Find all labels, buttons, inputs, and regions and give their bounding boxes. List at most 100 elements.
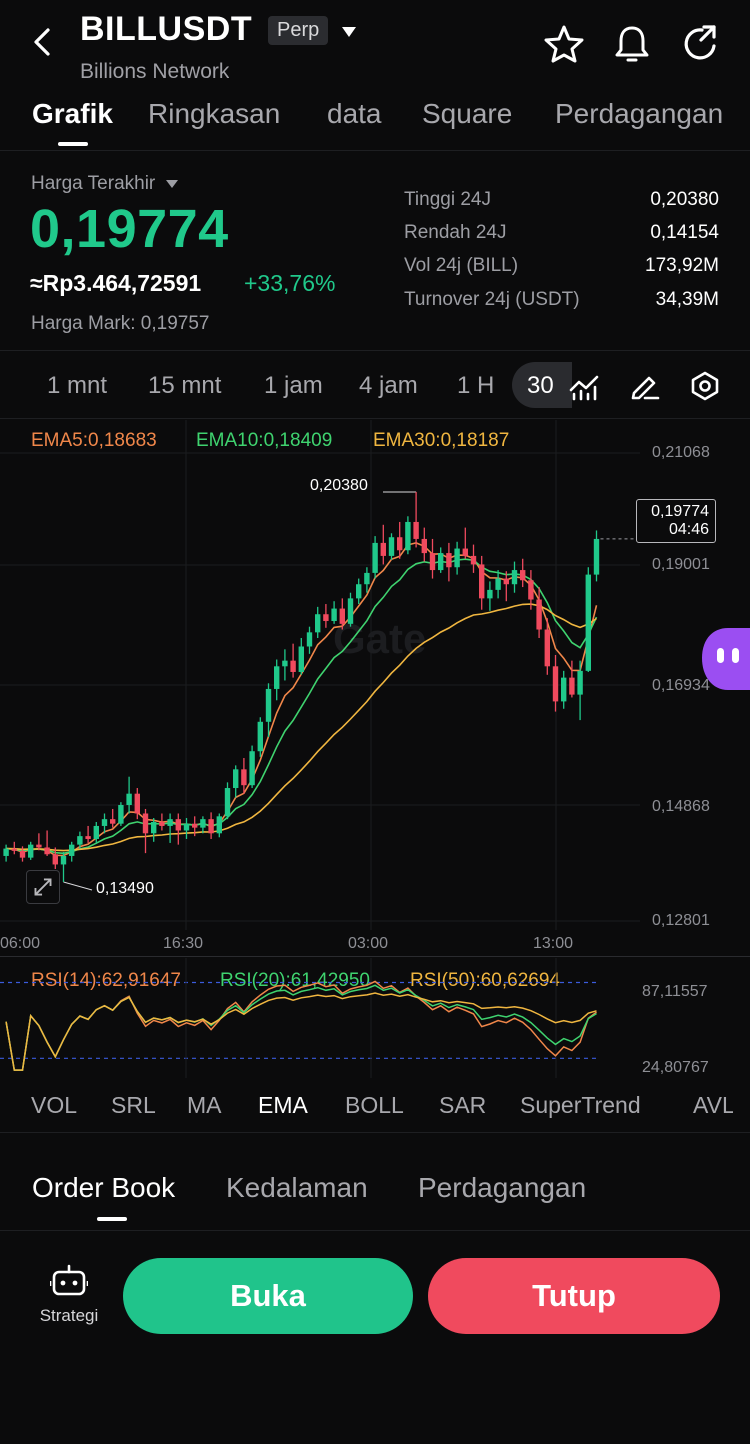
price-change-percent: +33,76% [244, 270, 336, 296]
last-price-label[interactable]: Harga Terakhir [31, 173, 179, 195]
candle-up [183, 823, 190, 831]
share-icon[interactable] [680, 24, 720, 64]
expand-icon[interactable] [26, 870, 60, 904]
candle-up [101, 819, 108, 826]
tab-perdagangan-trades[interactable]: Perdagangan [418, 1172, 586, 1204]
candle-down [323, 614, 329, 622]
tab-grafik[interactable]: Grafik [32, 98, 113, 130]
tab-order-book[interactable]: Order Book [32, 1172, 175, 1204]
candle-down [44, 847, 50, 855]
open-position-button[interactable]: Buka [123, 1258, 413, 1334]
back-arrow-icon[interactable] [28, 26, 60, 58]
tab-kedalaman[interactable]: Kedalaman [226, 1172, 368, 1204]
candle-down [462, 548, 468, 556]
timeframe-30[interactable]: 30 [527, 372, 554, 400]
candle-down [290, 660, 296, 672]
indicator-chart-icon[interactable] [568, 370, 600, 402]
candle-up [126, 793, 132, 806]
candle-up [372, 542, 378, 573]
low-price-label: 0,13490 [96, 880, 154, 897]
candle-down [11, 848, 17, 851]
last-price-tag: 0,19774 04:46 [636, 499, 716, 543]
tab-data[interactable]: data [327, 98, 382, 130]
candle-up [577, 670, 583, 695]
candle-up [495, 578, 501, 590]
stat-turnover-label: Turnover 24j (USDT) [404, 289, 580, 310]
ema5-label: EMA5:0,18683 [31, 430, 157, 451]
tab-square[interactable]: Square [422, 98, 512, 130]
indicator-supertrend[interactable]: SuperTrend [520, 1092, 641, 1119]
indicator-vol[interactable]: VOL [31, 1092, 77, 1119]
tab-active-indicator [58, 142, 88, 146]
divider [0, 956, 750, 957]
settings-hexagon-icon[interactable] [689, 370, 721, 402]
tab-ringkasan[interactable]: Ringkasan [148, 98, 280, 130]
mark-price: Harga Mark: 0,19757 [31, 313, 210, 334]
candle-down [241, 769, 247, 786]
stat-high-label: Tinggi 24J [404, 189, 491, 210]
candle-up [265, 688, 272, 722]
candle-up [282, 660, 288, 667]
candle-down [85, 836, 91, 839]
indicator-boll[interactable]: BOLL [345, 1092, 404, 1119]
stat-low-value: 0,14154 [650, 222, 719, 243]
timeframe-4h[interactable]: 4 jam [359, 372, 418, 400]
indicator-ma[interactable]: MA [187, 1092, 222, 1119]
candle-up [454, 548, 460, 568]
candle-up [257, 721, 263, 752]
candle-up [487, 589, 493, 599]
timeframe-1h[interactable]: 1 jam [264, 372, 323, 400]
divider [0, 1132, 750, 1133]
candle-up [438, 553, 444, 571]
star-icon[interactable] [544, 24, 584, 64]
robot-strategy-icon[interactable] [50, 1264, 88, 1298]
candle-down [19, 850, 26, 858]
stat-high-value: 0,20380 [650, 189, 719, 210]
x-tick: 06:00 [0, 935, 41, 952]
candle-up [306, 632, 313, 647]
chevron-down-icon[interactable] [340, 25, 358, 39]
candle-down [446, 553, 452, 568]
close-position-button[interactable]: Tutup [428, 1258, 720, 1334]
candle-up [151, 821, 157, 834]
candle-up [216, 816, 222, 834]
candle-up [93, 825, 99, 839]
timeframe-1m[interactable]: 1 mnt [47, 372, 107, 400]
tab-perdagangan[interactable]: Perdagangan [555, 98, 750, 130]
perp-badge: Perp [268, 16, 329, 45]
timeframe-1d[interactable]: 1 H [457, 372, 494, 400]
rsi-chart[interactable] [0, 958, 750, 1078]
y-tick: 0,12801 [652, 912, 710, 929]
strategy-label[interactable]: Strategi [30, 1306, 108, 1326]
candle-up [405, 521, 411, 551]
last-price: 0,19774 [30, 199, 229, 259]
pair-title[interactable]: BILLUSDT [80, 10, 252, 49]
candle-down [134, 793, 140, 814]
candle-up [388, 537, 395, 556]
timeframe-15m[interactable]: 15 mnt [148, 372, 221, 400]
draw-pen-icon[interactable] [629, 370, 661, 402]
indicator-avl[interactable]: AVL [693, 1092, 733, 1119]
indicator-ema[interactable]: EMA [258, 1092, 308, 1119]
candle-down [192, 823, 198, 828]
candle-up [585, 574, 591, 671]
idr-price: ≈Rp3.464,72591 [30, 270, 202, 296]
candle-down [413, 521, 419, 539]
candle-down [175, 819, 181, 831]
ema10-label: EMA10:0,18409 [196, 430, 333, 451]
divider [0, 1230, 750, 1231]
candle-down [503, 578, 509, 585]
candle-up [167, 819, 173, 826]
candle-down [339, 608, 345, 624]
assistant-bot-icon[interactable] [700, 626, 750, 692]
indicator-srl[interactable]: SRL [111, 1092, 156, 1119]
bell-icon[interactable] [612, 24, 652, 64]
indicator-sar[interactable]: SAR [439, 1092, 486, 1119]
candle-down [208, 819, 214, 834]
candle-up [315, 614, 321, 633]
y-tick: 0,14868 [652, 798, 710, 815]
candle-down [421, 538, 427, 554]
ema10-line [6, 558, 598, 855]
chevron-down-icon [165, 179, 178, 188]
candle-down [52, 854, 58, 865]
